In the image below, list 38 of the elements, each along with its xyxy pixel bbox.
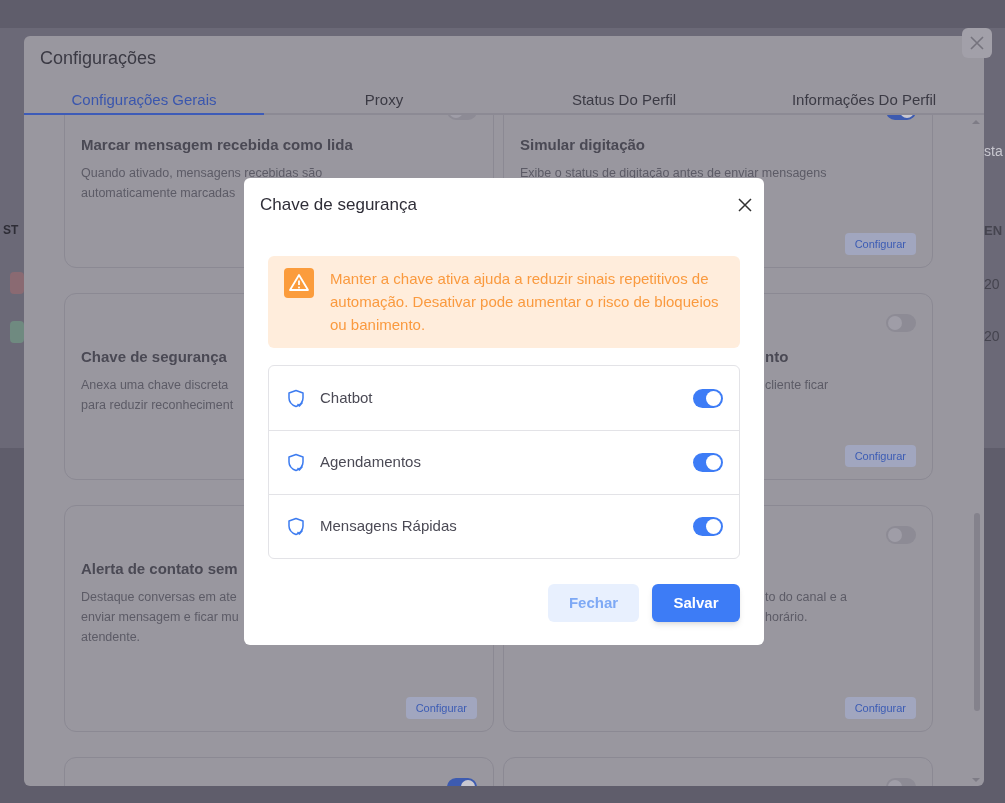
toggle-switch[interactable]	[693, 388, 723, 408]
close-icon	[970, 36, 984, 50]
tab[interactable]: Informações Do Perfil	[744, 87, 984, 115]
tab[interactable]: Configurações Gerais	[24, 87, 264, 115]
search-field[interactable]: sta	[984, 141, 1003, 162]
configure-button[interactable]: Configurar	[844, 233, 916, 255]
close-icon	[738, 198, 752, 212]
shield-icon	[287, 517, 305, 536]
configure-button[interactable]: Configurar	[844, 445, 916, 467]
card-title: nto	[765, 347, 789, 367]
toggle-switch[interactable]	[693, 517, 723, 536]
tab[interactable]: Status Do Perfil	[504, 87, 744, 115]
card-title: Alerta de contato sem	[81, 559, 238, 579]
warning-icon	[284, 268, 314, 298]
tab[interactable]: Proxy	[264, 87, 504, 115]
card-description: to do canal e a horário.	[765, 589, 847, 626]
card-description: Anexa uma chave discreta para reduzir reconheciment	[81, 377, 234, 414]
configure-button[interactable]: Configurar	[844, 697, 916, 719]
close-button[interactable]	[737, 197, 753, 213]
column-header: ST	[3, 222, 19, 239]
save-button[interactable]: Salvar	[652, 584, 740, 622]
modal-title: Configurações	[40, 47, 157, 70]
option-label: Agendamentos	[320, 452, 422, 473]
shield-icon	[287, 453, 305, 472]
option-label: Mensagens Rápidas	[320, 516, 458, 537]
warning-text: Manter a chave ativa ajuda a reduzir sinais repetitivos de automação. Desativar pode aumentar o risco de bloqueios ou banimento.	[330, 269, 720, 335]
close-button[interactable]: Fechar	[548, 584, 639, 622]
toggle-switch[interactable]	[693, 453, 723, 472]
shield-icon	[287, 388, 305, 408]
card-description: Destaque conversas em ate enviar mensagem e ficar mu atendente.	[81, 589, 239, 646]
configure-button[interactable]: Configurar	[405, 697, 477, 719]
card-title: Marcar mensagem recebida como lida	[81, 135, 353, 155]
option-label: Chatbot	[320, 387, 374, 408]
card-description: Exibe o status de digitação antes de enviar mensagens	[520, 165, 827, 182]
dialog-title: Chave de segurança	[260, 194, 417, 217]
card-title: Chave de segurança	[81, 347, 227, 367]
card-description: cliente ficar	[765, 377, 829, 394]
card-title: Simular digitação	[520, 135, 646, 155]
